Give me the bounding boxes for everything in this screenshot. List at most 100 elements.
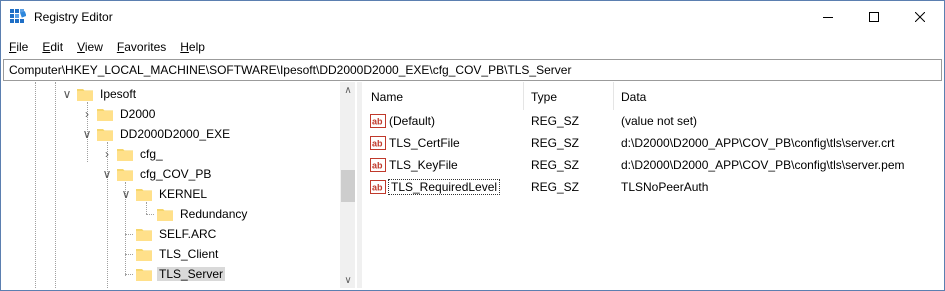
- folder-icon: [136, 288, 152, 289]
- tree-item-tls-client[interactable]: TLS_Client: [120, 244, 220, 264]
- folder-icon: [136, 268, 152, 281]
- tree-item-cfg-cov-pb[interactable]: ∨ cfg_COV_PB: [101, 164, 213, 184]
- values-list-pane[interactable]: Name Type Data ab (Default) REG_SZ (valu…: [364, 82, 941, 288]
- tree-item-kernel[interactable]: ∨ KERNEL: [120, 184, 209, 204]
- value-row-tls-keyfile[interactable]: ab TLS_KeyFile REG_SZ d:\D2000\D2000_APP…: [364, 155, 941, 175]
- string-value-icon: ab: [370, 114, 386, 128]
- menu-edit[interactable]: Edit: [35, 37, 70, 57]
- menu-view-label: iew: [84, 40, 103, 54]
- registry-editor-app-icon: [10, 9, 26, 23]
- tree-item-label: Redundancy: [180, 207, 248, 221]
- scroll-down-icon[interactable]: ∨: [340, 272, 355, 288]
- tree-item-redundancy[interactable]: Redundancy: [141, 204, 249, 224]
- value-name: (Default): [389, 114, 436, 128]
- folder-icon: [136, 188, 152, 201]
- tree-item-label: KERNEL: [159, 187, 208, 201]
- menu-help-accesskey: H: [180, 40, 189, 54]
- string-value-icon: ab: [370, 158, 386, 172]
- column-header-name[interactable]: Name: [364, 82, 524, 110]
- value-data: d:\D2000\D2000_APP\COV_PB\config\tls\ser…: [621, 136, 895, 150]
- menu-file[interactable]: File: [1, 37, 35, 57]
- maximize-icon: [869, 12, 879, 22]
- menu-edit-label: dit: [50, 40, 64, 54]
- folder-icon: [77, 88, 93, 101]
- window-title: Registry Editor: [34, 10, 113, 24]
- value-type: REG_SZ: [531, 114, 580, 128]
- tree-item-tls-server[interactable]: TLS_Server: [120, 264, 226, 284]
- folder-icon: [117, 168, 133, 181]
- menu-view-accesskey: V: [77, 40, 85, 54]
- tree-item-dd2000d2000-exe[interactable]: ∨ DD2000D2000_EXE: [81, 124, 232, 144]
- title-bar[interactable]: Registry Editor: [1, 1, 944, 33]
- string-value-icon: ab: [370, 180, 386, 194]
- value-data: TLSNoPeerAuth: [621, 180, 709, 194]
- key-tree-pane[interactable]: ∨ Ipesoft › D2000 ∨ DD2000D2000_EXE › cf…: [3, 82, 355, 288]
- menu-help[interactable]: Help: [173, 37, 212, 57]
- value-row-default[interactable]: ab (Default) REG_SZ (value not set): [364, 111, 941, 131]
- tree-item-d2000[interactable]: › D2000: [81, 104, 157, 124]
- chevron-down-icon[interactable]: ∨: [61, 84, 73, 104]
- tree-item-self-arc[interactable]: SELF.ARC: [120, 224, 218, 244]
- scroll-up-icon[interactable]: ∧: [340, 82, 355, 98]
- svg-text:ab: ab: [372, 139, 383, 149]
- maximize-button[interactable]: [851, 1, 897, 33]
- value-type: REG_SZ: [531, 180, 580, 194]
- tree-item-label: TLS_Client: [159, 247, 219, 261]
- tree-item-cfg[interactable]: › cfg_: [101, 144, 165, 164]
- value-name: TLS_CertFile: [389, 136, 460, 150]
- tree-item-label: TLS_Server: [157, 267, 226, 281]
- svg-text:ab: ab: [372, 117, 383, 127]
- menu-view[interactable]: View: [70, 37, 110, 57]
- folder-icon: [117, 148, 133, 161]
- chevron-down-icon[interactable]: ∨: [120, 184, 132, 204]
- minimize-icon: [823, 17, 833, 18]
- tree-vertical-scrollbar[interactable]: ∧ ∨: [340, 82, 355, 288]
- close-icon: [915, 12, 925, 22]
- chevron-down-icon[interactable]: ∨: [81, 124, 93, 144]
- tree-item-label: cfg_COV_PB: [140, 167, 212, 181]
- folder-icon: [97, 108, 113, 121]
- tree-item-label: D2000: [120, 107, 156, 121]
- value-name: TLS_RequiredLevel: [387, 179, 501, 195]
- folder-icon: [157, 208, 173, 221]
- tree-item-label: Ipesoft: [100, 87, 137, 101]
- folder-icon: [136, 248, 152, 261]
- value-data: d:\D2000\D2000_APP\COV_PB\config\tls\ser…: [621, 158, 905, 172]
- tree-guide-line: [35, 82, 36, 288]
- list-header: Name Type Data: [364, 82, 941, 110]
- folder-icon: [136, 228, 152, 241]
- tree-item-label: cfg_: [140, 147, 163, 161]
- value-name: TLS_KeyFile: [389, 158, 458, 172]
- tree-guide-line: [55, 82, 56, 288]
- pane-splitter[interactable]: [357, 82, 362, 288]
- value-row-tls-requiredlevel[interactable]: ab TLS_RequiredLevel REG_SZ TLSNoPeerAut…: [364, 177, 941, 197]
- value-type: REG_SZ: [531, 136, 580, 150]
- menu-favorites[interactable]: Favorites: [110, 37, 173, 57]
- column-header-type[interactable]: Type: [524, 82, 614, 110]
- tree-item-label: DD2000D2000_EXE: [120, 127, 231, 141]
- chevron-down-icon[interactable]: ∨: [101, 164, 113, 184]
- close-button[interactable]: [897, 1, 943, 33]
- minimize-button[interactable]: [805, 1, 851, 33]
- chevron-right-icon[interactable]: ›: [81, 104, 93, 124]
- tree-item-partial[interactable]: [120, 284, 157, 288]
- registry-editor-window: Registry Editor File Edit View Favorites…: [0, 0, 945, 291]
- menu-file-label: ile: [16, 40, 29, 54]
- chevron-right-icon[interactable]: ›: [101, 144, 113, 164]
- address-path[interactable]: Computer\HKEY_LOCAL_MACHINE\SOFTWARE\Ipe…: [9, 63, 571, 77]
- scrollbar-thumb[interactable]: [341, 170, 355, 202]
- column-header-data[interactable]: Data: [614, 82, 941, 110]
- value-data: (value not set): [621, 114, 698, 128]
- svg-text:ab: ab: [372, 161, 383, 171]
- svg-text:ab: ab: [372, 183, 383, 193]
- menu-bar: File Edit View Favorites Help: [1, 37, 212, 57]
- tree-item-ipesoft[interactable]: ∨ Ipesoft: [61, 84, 138, 104]
- address-bar[interactable]: Computer\HKEY_LOCAL_MACHINE\SOFTWARE\Ipe…: [3, 59, 942, 81]
- value-row-tls-certfile[interactable]: ab TLS_CertFile REG_SZ d:\D2000\D2000_AP…: [364, 133, 941, 153]
- folder-icon: [97, 128, 113, 141]
